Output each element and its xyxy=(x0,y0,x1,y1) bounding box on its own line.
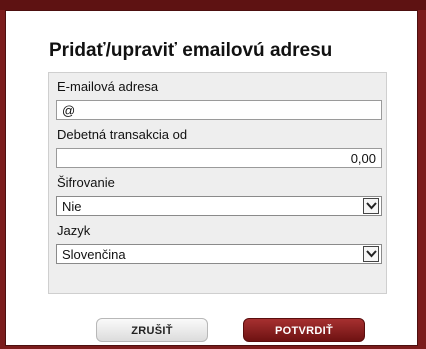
encryption-select[interactable]: Nie xyxy=(56,196,382,216)
cancel-button[interactable]: ZRUŠIŤ xyxy=(96,318,208,342)
debit-amount-input[interactable] xyxy=(56,148,382,168)
language-label: Jazyk xyxy=(57,223,91,238)
debit-label: Debetná transakcia od xyxy=(57,127,188,142)
encryption-selected-value: Nie xyxy=(62,199,82,214)
chevron-down-icon[interactable] xyxy=(363,198,379,214)
top-strip xyxy=(0,0,426,10)
confirm-button[interactable]: POTVRDIŤ xyxy=(243,318,365,342)
chevron-down-icon[interactable] xyxy=(363,246,379,262)
language-select[interactable]: Slovenčina xyxy=(56,244,382,264)
dialog-title: Pridať/upraviť emailovú adresu xyxy=(49,40,333,61)
language-selected-value: Slovenčina xyxy=(62,247,126,262)
email-label: E-mailová adresa xyxy=(57,79,159,94)
encryption-label: Šifrovanie xyxy=(57,175,115,190)
form-panel: E-mailová adresa Debetná transakcia od Š… xyxy=(48,72,387,294)
email-input[interactable] xyxy=(56,100,382,120)
email-dialog: Pridať/upraviť emailovú adresu E-mailová… xyxy=(5,10,418,346)
